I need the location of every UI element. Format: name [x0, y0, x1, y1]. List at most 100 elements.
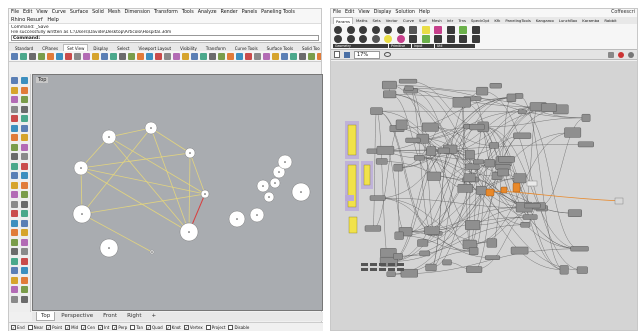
- gh-component[interactable]: [388, 263, 395, 266]
- side-tool-icon[interactable]: [21, 295, 28, 303]
- top-viewport[interactable]: Top: [32, 74, 323, 311]
- menu-item-curve[interactable]: Curve: [52, 10, 66, 16]
- gh-param-icon[interactable]: [409, 26, 417, 34]
- gh-component[interactable]: [361, 268, 368, 271]
- side-tool-icon[interactable]: [21, 248, 28, 255]
- gh-component[interactable]: [422, 122, 439, 132]
- checkbox-icon[interactable]: ✓: [65, 324, 71, 330]
- gh-component[interactable]: [426, 146, 437, 156]
- gh-component[interactable]: [437, 147, 450, 154]
- osnap-cen[interactable]: ✓ Cen: [81, 324, 95, 330]
- toolbar-tool-icon[interactable]: [317, 53, 321, 60]
- checkbox-icon[interactable]: ✓: [81, 324, 87, 330]
- gh-component[interactable]: [489, 83, 502, 89]
- toolbar-tool-icon[interactable]: [155, 53, 162, 60]
- gh-component[interactable]: [394, 231, 404, 240]
- gh-component[interactable]: [513, 173, 527, 184]
- gh-param-icon[interactable]: [396, 35, 405, 43]
- view-tab-right[interactable]: Right: [123, 312, 145, 321]
- gh-tab-params[interactable]: Params: [333, 17, 354, 24]
- side-tool-icon[interactable]: [11, 267, 18, 274]
- checkbox-icon[interactable]: ✓: [46, 324, 52, 330]
- gh-component[interactable]: [393, 253, 403, 260]
- toolbar-tool-icon[interactable]: [182, 53, 189, 60]
- gh-menu-item-file[interactable]: File: [333, 10, 341, 16]
- side-tool-icon[interactable]: [21, 229, 28, 236]
- connection-curve[interactable]: [81, 193, 206, 215]
- gh-param-icon[interactable]: [446, 26, 455, 34]
- checkbox-icon[interactable]: ✓: [165, 324, 171, 330]
- preview-icon[interactable]: [618, 51, 624, 58]
- menu-item-transform[interactable]: Transform: [154, 10, 178, 16]
- toolbar-tool-icon[interactable]: [299, 53, 306, 60]
- menu-item-panels[interactable]: Panels: [242, 10, 257, 16]
- connection-curve[interactable]: [150, 127, 190, 233]
- gh-component[interactable]: [465, 149, 475, 160]
- osnap-vertex[interactable]: ✓ Vertex: [183, 324, 203, 330]
- osnap-int[interactable]: ✓ Int: [98, 324, 109, 330]
- gh-component[interactable]: [476, 86, 489, 96]
- menu-item-dimension[interactable]: Dimension: [125, 10, 151, 16]
- gh-component[interactable]: [382, 80, 397, 90]
- gh-component[interactable]: [484, 159, 496, 168]
- gh-param-icon[interactable]: [434, 35, 442, 43]
- side-tool-icon[interactable]: [11, 162, 18, 170]
- gh-component[interactable]: [466, 266, 483, 273]
- toolbar-tool-icon[interactable]: [218, 53, 225, 60]
- side-tool-icon[interactable]: [11, 86, 18, 94]
- osnap-perp[interactable]: ✓ Perp: [112, 324, 127, 330]
- gh-component[interactable]: [370, 268, 377, 271]
- tab-cplanes[interactable]: CPlanes: [38, 44, 62, 51]
- gh-param-icon[interactable]: [359, 35, 367, 43]
- add-view-tab-icon[interactable]: +: [148, 312, 161, 321]
- gh-component-selected[interactable]: [500, 186, 508, 194]
- menu-item-mesh[interactable]: Mesh: [108, 10, 121, 16]
- gh-tab-lunchbox[interactable]: LunchBox: [557, 17, 579, 24]
- tab-transform[interactable]: Transform: [202, 44, 230, 51]
- side-tool-icon[interactable]: [21, 143, 28, 151]
- gh-param-icon[interactable]: [346, 35, 355, 43]
- gh-component[interactable]: [475, 185, 487, 195]
- gh-component[interactable]: [379, 268, 386, 271]
- gh-component[interactable]: [364, 225, 382, 232]
- side-tool-icon[interactable]: [11, 219, 18, 227]
- toolbar-tool-icon[interactable]: [29, 53, 36, 60]
- tab-solid-too[interactable]: Solid Too: [298, 44, 321, 51]
- gh-tab-kfk[interactable]: Kfk: [492, 17, 502, 24]
- osnap-quad[interactable]: ✓ Quad: [146, 324, 163, 330]
- gh-panel[interactable]: [347, 124, 357, 156]
- gh-component[interactable]: [383, 90, 397, 99]
- side-tool-icon[interactable]: [11, 200, 18, 208]
- menu-item-render[interactable]: Render: [221, 10, 238, 16]
- gh-menu-item-display[interactable]: Display: [374, 10, 392, 16]
- menu-item-file[interactable]: File: [11, 10, 19, 16]
- gh-param-icon[interactable]: [346, 26, 355, 34]
- gh-component[interactable]: [526, 180, 538, 187]
- gh-tab-trns[interactable]: Trns: [456, 17, 468, 24]
- gh-tab-surf[interactable]: Surf: [417, 17, 429, 24]
- tab-surface-tools[interactable]: Surface Tools: [263, 44, 297, 51]
- side-tool-icon[interactable]: [21, 86, 28, 94]
- side-tool-icon[interactable]: [21, 153, 28, 160]
- side-tool-icon[interactable]: [11, 191, 18, 198]
- toolbar-tool-icon[interactable]: [227, 53, 234, 60]
- eye-icon[interactable]: [384, 52, 391, 57]
- sketch-icon[interactable]: [608, 51, 614, 58]
- document-icon[interactable]: [334, 51, 340, 58]
- toolbar-tool-icon[interactable]: [119, 53, 126, 60]
- osnap-mid[interactable]: ✓ Mid: [65, 324, 78, 330]
- toolbar-tool-icon[interactable]: [245, 53, 252, 60]
- gh-param-icon[interactable]: [446, 35, 455, 43]
- gh-tab-speckopt[interactable]: SpeckOpt: [469, 17, 491, 24]
- side-tool-icon[interactable]: [21, 267, 28, 274]
- gh-component[interactable]: [498, 156, 515, 163]
- gh-component[interactable]: [489, 142, 499, 149]
- gh-canvas[interactable]: [331, 61, 637, 330]
- toolbar-tool-icon[interactable]: [209, 53, 216, 60]
- gh-component[interactable]: [405, 137, 421, 143]
- side-tool-icon[interactable]: [21, 276, 28, 284]
- toolbar-tool-icon[interactable]: [146, 53, 153, 60]
- gh-tab-mesh[interactable]: Mesh: [430, 17, 444, 24]
- connection-curve[interactable]: [80, 167, 206, 195]
- gh-component[interactable]: [484, 255, 501, 260]
